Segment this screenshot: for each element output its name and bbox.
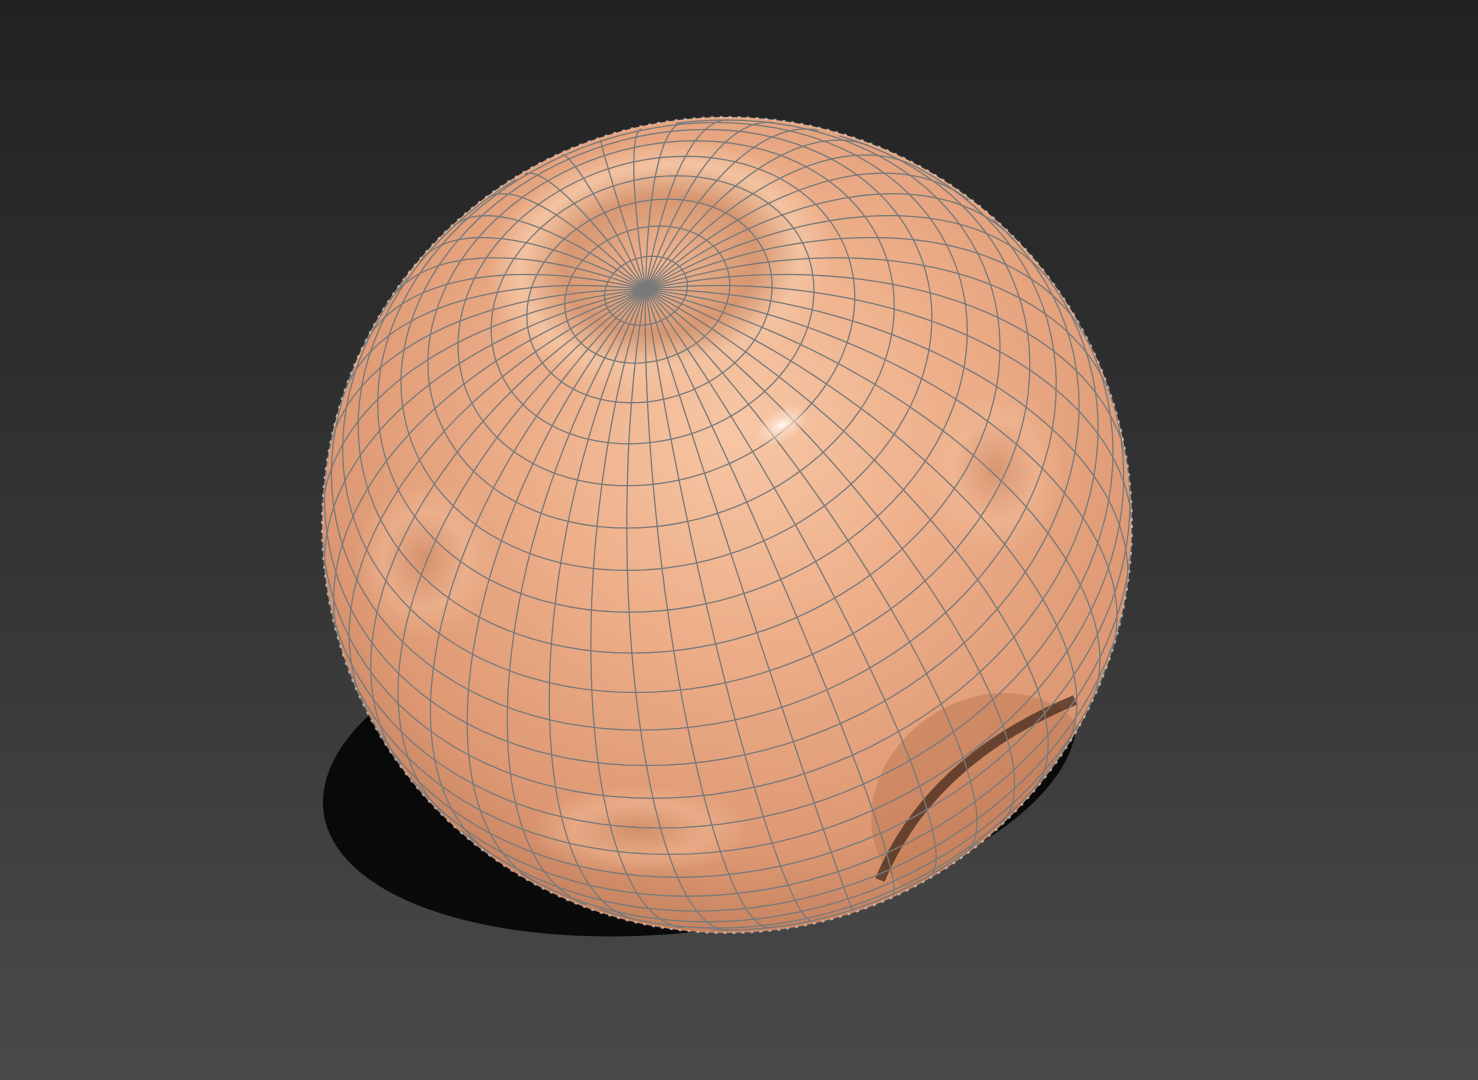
3d-viewport[interactable] [0,0,1478,1080]
viewport-canvas[interactable] [0,0,1478,1080]
